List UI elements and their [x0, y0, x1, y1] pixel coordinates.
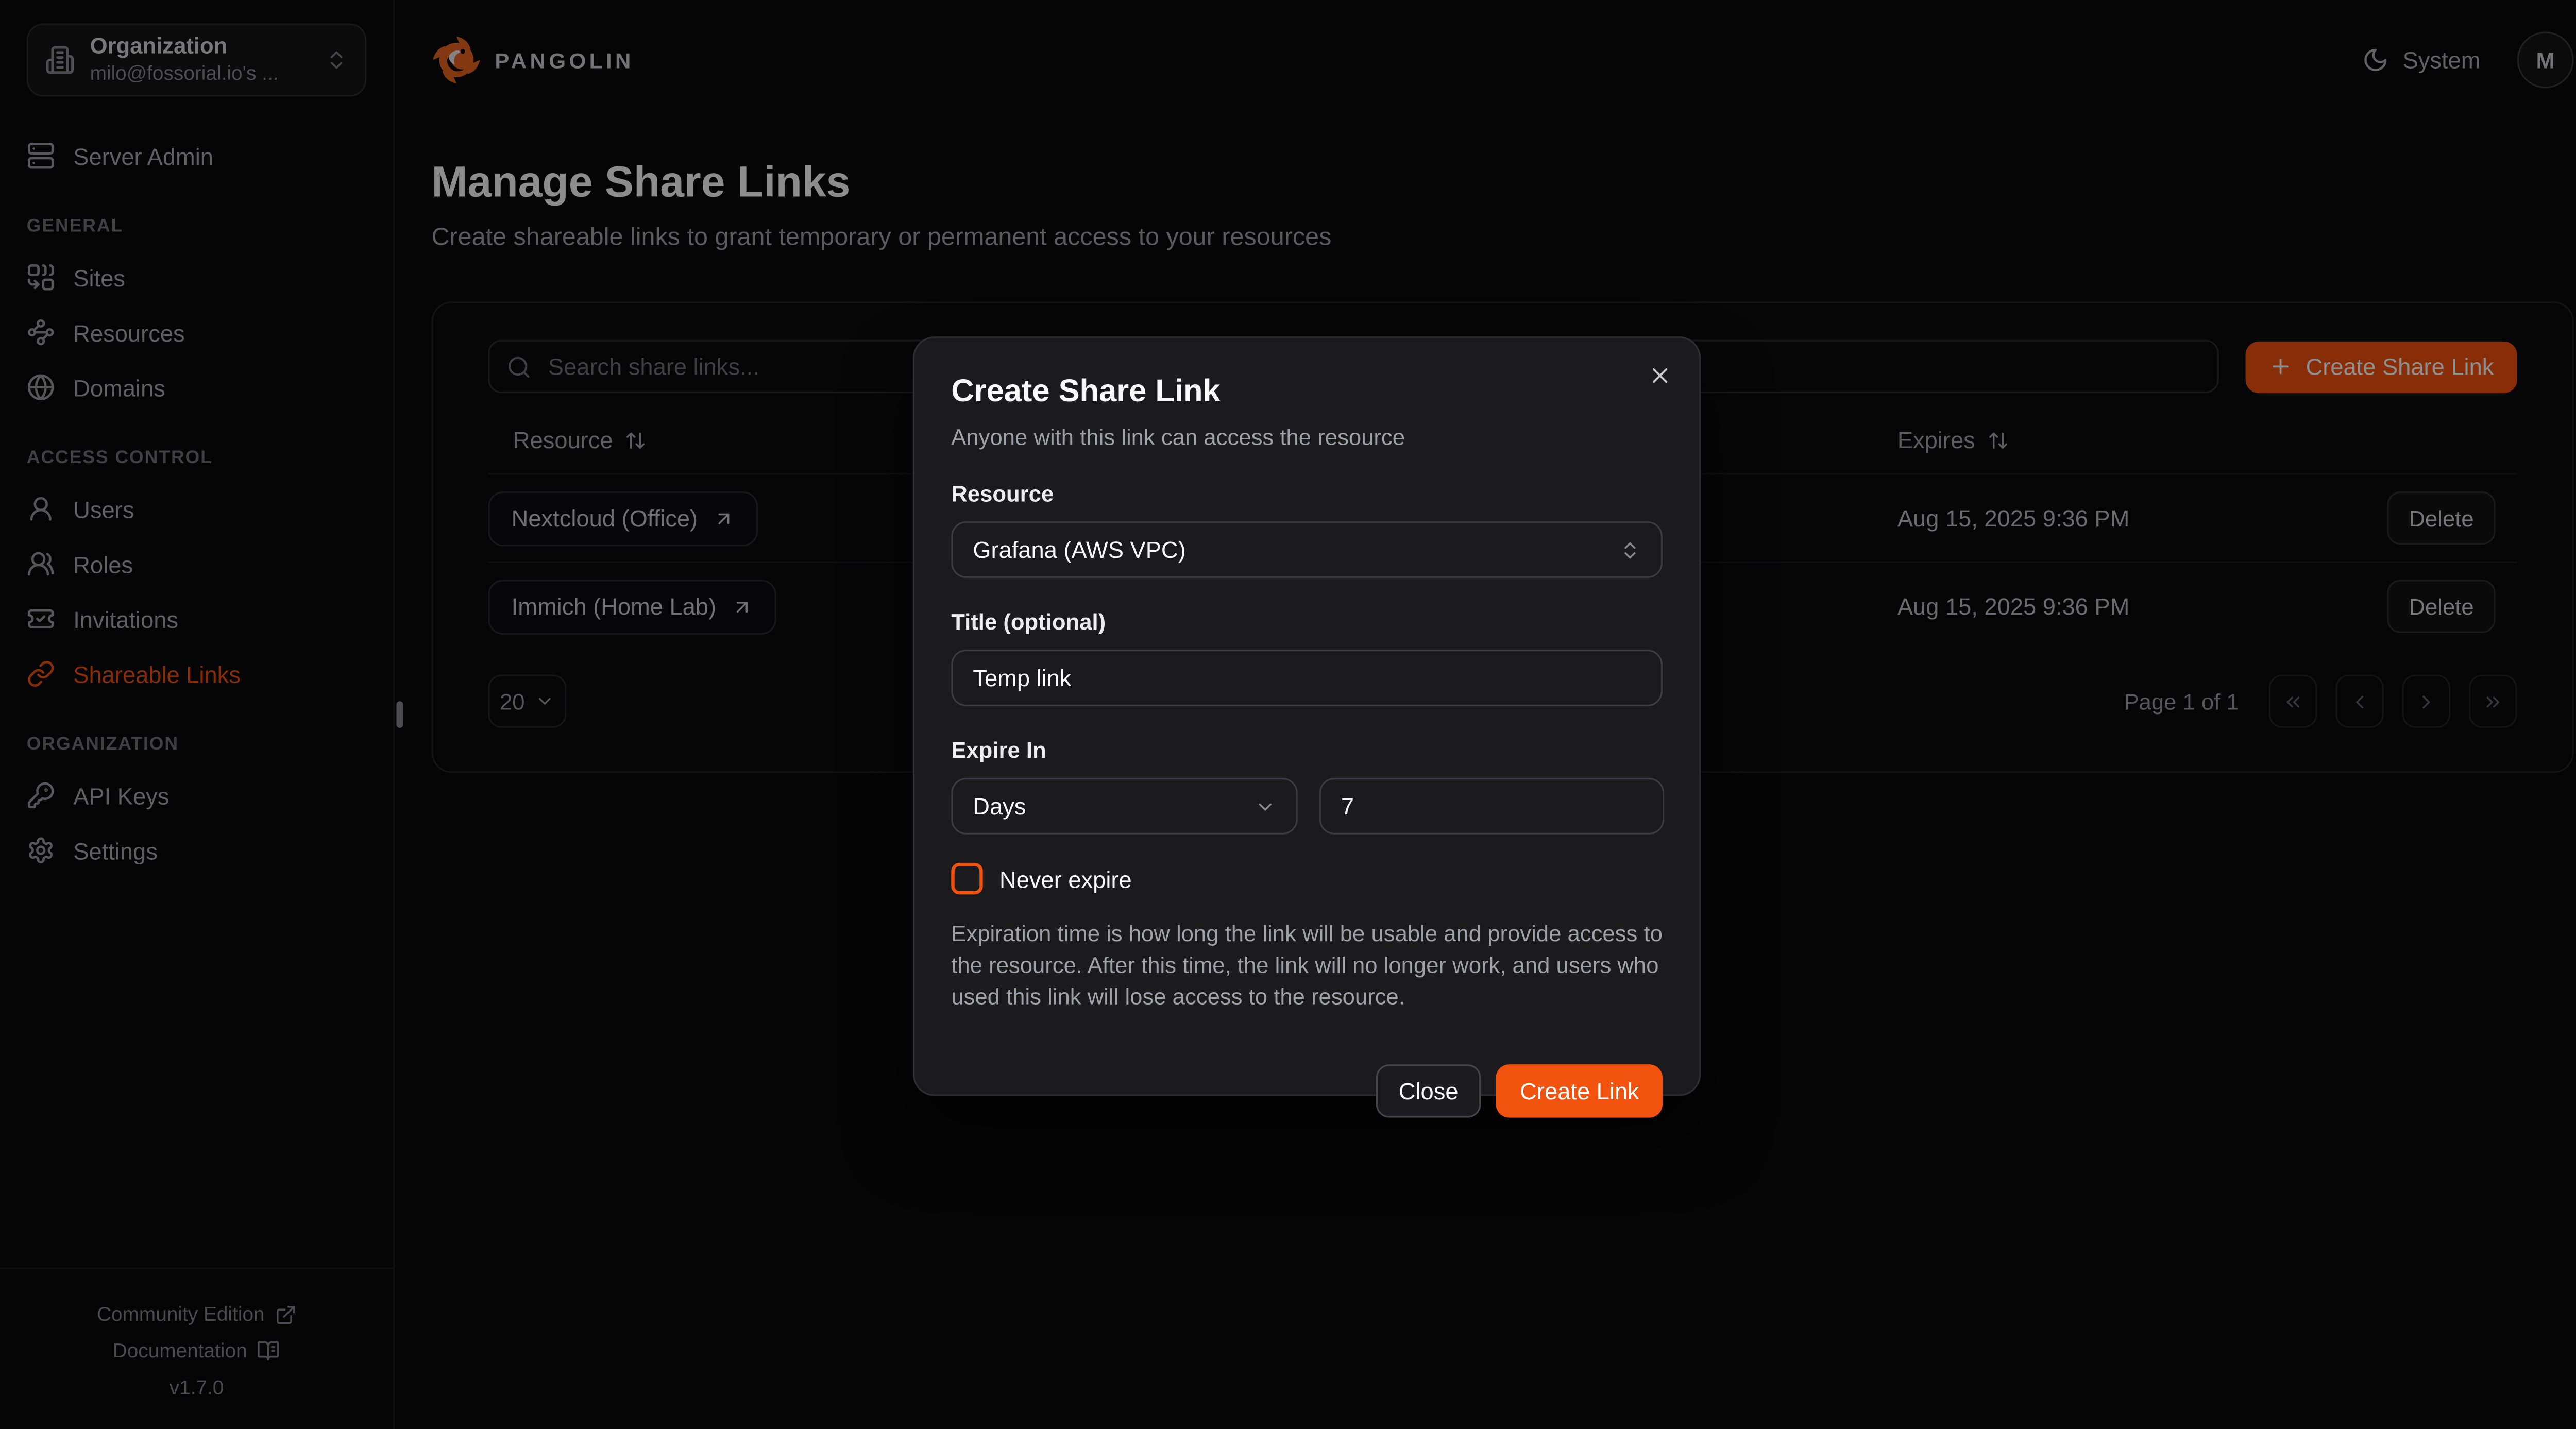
- expire-value-input-wrap: [1319, 778, 1664, 835]
- expiration-description: Expiration time is how long the link wil…: [951, 918, 1663, 1014]
- title-field-label: Title (optional): [951, 609, 1663, 635]
- expire-value-input[interactable]: [1341, 793, 1642, 820]
- never-expire-row[interactable]: Never expire: [951, 863, 1663, 894]
- create-share-link-modal: Create Share Link Anyone with this link …: [913, 336, 1701, 1096]
- resource-select-value: Grafana (AWS VPC): [973, 536, 1185, 563]
- modal-title: Create Share Link: [951, 375, 1663, 412]
- expire-unit-value: Days: [973, 793, 1026, 820]
- title-input-wrap: [951, 650, 1663, 706]
- never-expire-checkbox[interactable]: [951, 863, 982, 894]
- resource-select[interactable]: Grafana (AWS VPC): [951, 521, 1663, 578]
- modal-close-button[interactable]: [1648, 363, 1673, 388]
- create-link-button[interactable]: Create Link: [1497, 1065, 1663, 1118]
- expire-field-label: Expire In: [951, 738, 1663, 763]
- resource-field-label: Resource: [951, 481, 1663, 506]
- app-window: Organization milo@fossorial.io's ... Ser…: [0, 0, 2576, 1429]
- expire-row: Days: [951, 763, 1663, 835]
- modal-subtitle: Anyone with this link can access the res…: [951, 425, 1663, 450]
- never-expire-label: Never expire: [999, 865, 1132, 892]
- chevron-down-icon: [1255, 795, 1276, 817]
- title-input[interactable]: [973, 665, 1641, 691]
- chevrons-up-down-icon: [1619, 539, 1641, 560]
- close-button[interactable]: Close: [1376, 1065, 1482, 1118]
- close-icon: [1648, 363, 1673, 388]
- expire-unit-select[interactable]: Days: [951, 778, 1298, 835]
- modal-actions: Close Create Link: [951, 1065, 1663, 1118]
